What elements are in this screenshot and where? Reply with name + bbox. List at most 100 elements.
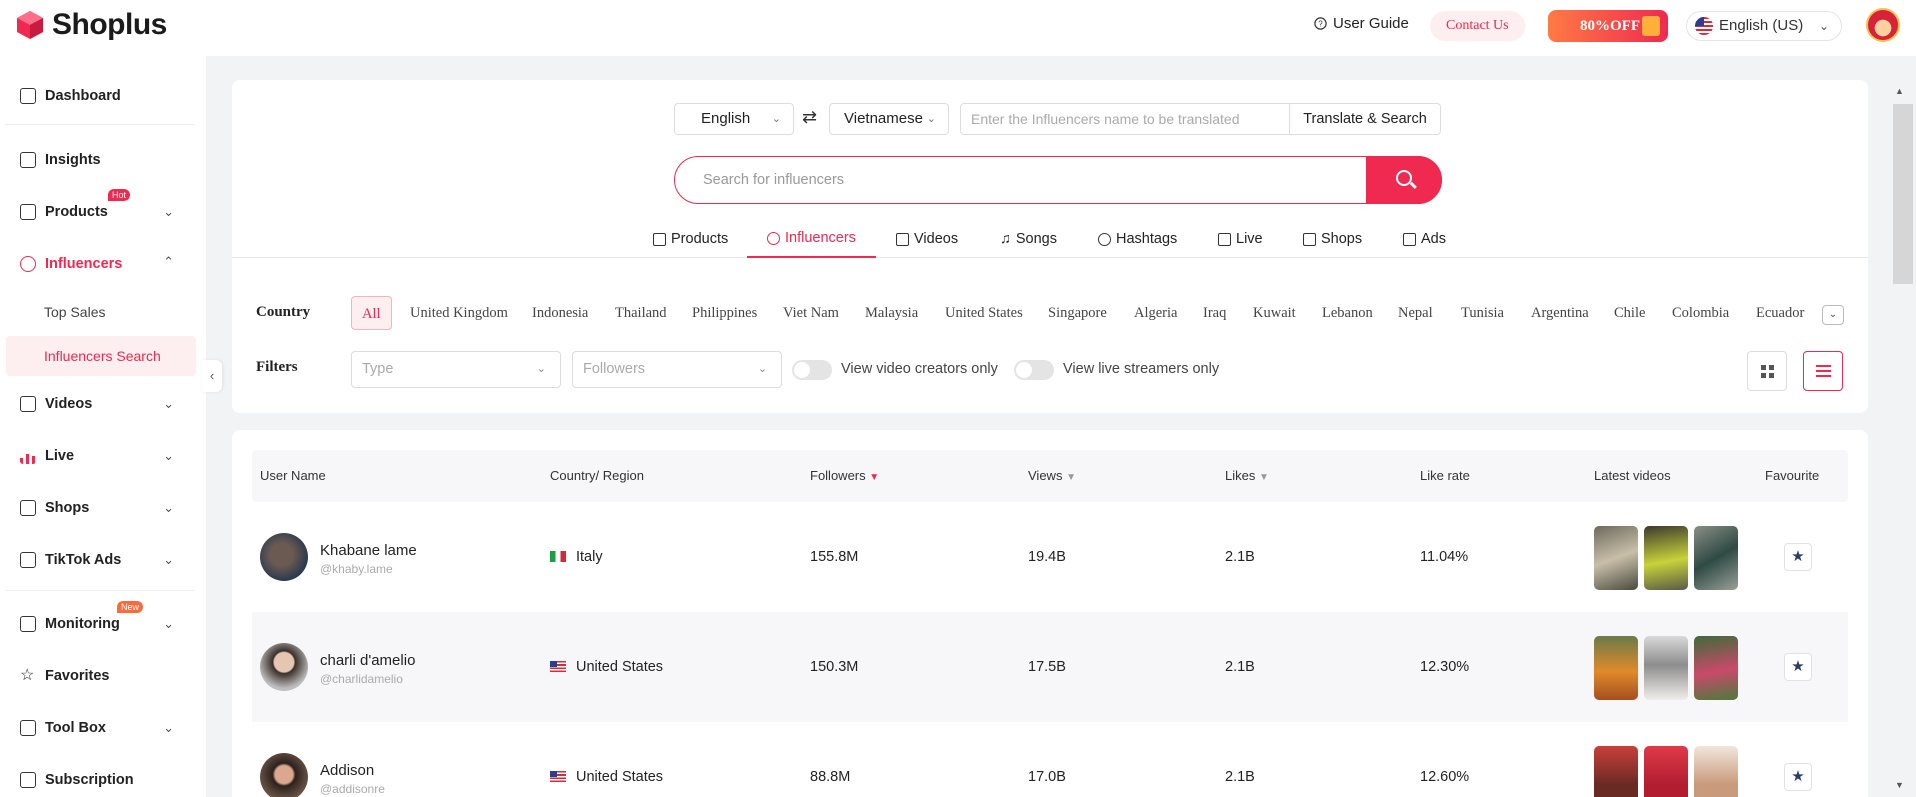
country-chip[interactable]: Tunisia xyxy=(1461,296,1504,330)
column-label: Followers xyxy=(810,468,866,483)
video-thumbnail[interactable] xyxy=(1694,526,1738,590)
country-chip[interactable]: Chile xyxy=(1614,296,1645,330)
tab-live[interactable]: Live xyxy=(1218,220,1263,258)
tab-influencers[interactable]: Influencers xyxy=(747,220,876,258)
country-chip[interactable]: Lebanon xyxy=(1322,296,1373,330)
sidebar-item-favorites[interactable]: ☆ Favorites xyxy=(0,656,206,696)
user-guide-link[interactable]: ? User Guide xyxy=(1314,15,1409,32)
sidebar-subitem-influencers-search[interactable]: Influencers Search xyxy=(6,336,196,376)
user-handle: @khaby.lame xyxy=(320,562,393,576)
list-view-button[interactable] xyxy=(1803,351,1843,391)
country-chip-all[interactable]: All xyxy=(351,296,392,330)
tab-videos[interactable]: Videos xyxy=(896,220,958,258)
collapse-sidebar-button[interactable]: ‹ xyxy=(202,360,222,392)
influencer-search-bar[interactable]: Search for influencers xyxy=(674,156,1442,204)
translate-input[interactable]: Enter the Influencers name to be transla… xyxy=(960,103,1290,135)
bag-icon xyxy=(653,232,666,246)
tab-ads[interactable]: Ads xyxy=(1403,220,1446,258)
column-header-views[interactable]: Views ▼ xyxy=(1028,450,1076,504)
video-thumbnail[interactable] xyxy=(1644,746,1688,797)
sidebar-item-tiktok-ads[interactable]: TikTok Ads ⌄ xyxy=(0,540,206,580)
target-language-select[interactable]: Vietnamese ⌄ xyxy=(829,103,949,135)
country-chip[interactable]: Algeria xyxy=(1134,296,1177,330)
ad-icon xyxy=(20,552,36,568)
favourite-star-button[interactable]: ★ xyxy=(1784,543,1812,571)
sort-desc-icon: ▼ xyxy=(869,472,880,483)
favourite-star-button[interactable]: ★ xyxy=(1784,763,1812,791)
country-chip[interactable]: Philippines xyxy=(692,296,757,330)
tab-songs[interactable]: ♫ Songs xyxy=(1000,220,1057,258)
logo[interactable]: Shoplus xyxy=(14,8,167,42)
user-name[interactable]: Addison xyxy=(320,762,374,779)
video-thumbnail[interactable] xyxy=(1694,636,1738,700)
sidebar-item-live[interactable]: Live ⌄ xyxy=(0,436,206,476)
country-chip[interactable]: Nepal xyxy=(1398,296,1433,330)
followers-select[interactable]: Followers ⌄ xyxy=(572,351,782,388)
scroll-down-arrow-icon[interactable]: ▼ xyxy=(1895,780,1904,790)
country-chip[interactable]: Viet Nam xyxy=(783,296,839,330)
sidebar-item-dashboard[interactable]: Dashboard xyxy=(0,76,206,116)
video-thumbnail[interactable] xyxy=(1594,526,1638,590)
contact-us-button[interactable]: Contact Us xyxy=(1430,11,1525,41)
country-chip[interactable]: Colombia xyxy=(1672,296,1729,330)
country-chip[interactable]: Iraq xyxy=(1203,296,1226,330)
search-input[interactable]: Search for influencers xyxy=(703,157,844,203)
country-chip[interactable]: Argentina xyxy=(1531,296,1589,330)
user-name[interactable]: Khabane lame xyxy=(320,542,417,559)
live-streamers-toggle[interactable] xyxy=(1014,360,1054,380)
source-language-select[interactable]: English ⌄ xyxy=(674,103,794,135)
country-chip[interactable]: Singapore xyxy=(1048,296,1107,330)
sidebar-subitem-top-sales[interactable]: Top Sales xyxy=(6,292,196,332)
country-chip[interactable]: Ecuador xyxy=(1756,296,1804,330)
country-chip[interactable]: United Kingdom xyxy=(410,296,508,330)
translate-search-button[interactable]: Translate & Search xyxy=(1289,103,1441,135)
sidebar-item-insights[interactable]: Insights xyxy=(0,140,206,180)
type-select[interactable]: Type ⌄ xyxy=(351,351,561,388)
grid-view-button[interactable] xyxy=(1747,351,1787,391)
filters-label: Filters xyxy=(256,359,298,375)
video-thumbnail[interactable] xyxy=(1694,746,1738,797)
sidebar-item-influencers[interactable]: Influencers ⌃ xyxy=(0,244,206,284)
country-chip[interactable]: Malaysia xyxy=(865,296,918,330)
sidebar-item-subscription[interactable]: Subscription xyxy=(0,760,206,797)
promo-button[interactable]: 80%OFF xyxy=(1548,10,1668,42)
favourite-star-button[interactable]: ★ xyxy=(1784,653,1812,681)
avatar[interactable] xyxy=(260,753,308,797)
video-icon xyxy=(896,232,909,246)
table-row[interactable]: Addison @addisonre United States 88.8M 1… xyxy=(252,722,1848,797)
search-button[interactable] xyxy=(1366,156,1442,204)
tab-products[interactable]: Products xyxy=(653,220,728,258)
user-name[interactable]: charli d'amelio xyxy=(320,652,415,669)
country-chip[interactable]: United States xyxy=(945,296,1023,330)
avatar[interactable] xyxy=(260,643,308,691)
video-thumbnail[interactable] xyxy=(1594,636,1638,700)
language-selector[interactable]: English (US) ⌄ xyxy=(1686,11,1842,41)
sidebar-item-videos[interactable]: Videos ⌄ xyxy=(0,384,206,424)
country-chip[interactable]: Thailand xyxy=(615,296,667,330)
table-row[interactable]: Khabane lame @khaby.lame Italy 155.8M 19… xyxy=(252,502,1848,612)
video-creators-toggle[interactable] xyxy=(792,360,832,380)
sidebar-item-monitoring[interactable]: Monitoring New ⌄ xyxy=(0,601,206,644)
country-chip[interactable]: Kuwait xyxy=(1253,296,1296,330)
scrollbar-thumb[interactable] xyxy=(1893,104,1913,284)
table-row[interactable]: charli d'amelio @charlidamelio United St… xyxy=(252,612,1848,722)
tab-hashtags[interactable]: Hashtags xyxy=(1098,220,1177,258)
country-chip[interactable]: Indonesia xyxy=(532,296,588,330)
tab-shops[interactable]: Shops xyxy=(1303,220,1362,258)
column-header-likes[interactable]: Likes ▼ xyxy=(1225,450,1269,504)
swap-languages-icon[interactable]: ⇄ xyxy=(802,107,817,128)
video-thumbnail[interactable] xyxy=(1644,526,1688,590)
sidebar: Dashboard Insights Products Hot ⌄ Influe… xyxy=(0,56,206,797)
expand-countries-button[interactable]: ⌄ xyxy=(1822,305,1844,325)
sidebar-item-products[interactable]: Products Hot ⌄ xyxy=(0,189,206,232)
sidebar-item-label: Shops xyxy=(45,500,90,516)
video-thumbnail[interactable] xyxy=(1644,636,1688,700)
sidebar-item-shops[interactable]: Shops ⌄ xyxy=(0,488,206,528)
video-icon xyxy=(20,396,36,412)
avatar[interactable] xyxy=(260,533,308,581)
column-header-followers[interactable]: Followers ▼ xyxy=(810,450,879,504)
scroll-up-arrow-icon[interactable]: ▲ xyxy=(1895,86,1904,96)
sidebar-item-tool-box[interactable]: Tool Box ⌄ xyxy=(0,708,206,748)
video-thumbnail[interactable] xyxy=(1594,746,1638,797)
user-avatar[interactable] xyxy=(1866,8,1900,42)
